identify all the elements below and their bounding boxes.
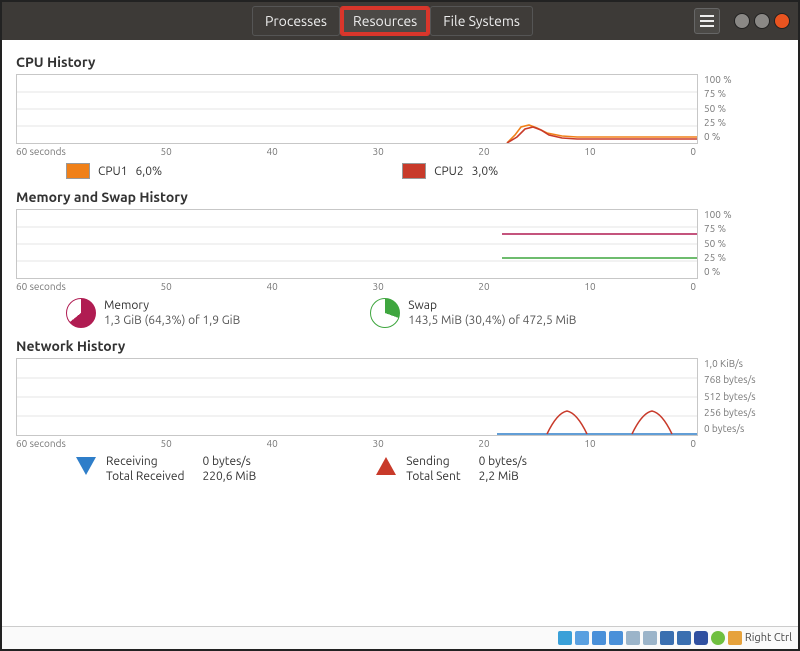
total-sent-value: 2,2 MiB	[479, 470, 527, 483]
system-monitor-window: Processes Resources File Systems CPU His…	[0, 0, 800, 651]
memory-history-title: Memory and Swap History	[16, 189, 784, 205]
network-chart[interactable]	[16, 358, 698, 436]
window-controls	[734, 13, 790, 29]
content-area: CPU History 100 % 75 % 50 % 25 % 0 %	[2, 40, 798, 483]
minimize-button[interactable]	[734, 13, 750, 29]
hamburger-menu-button[interactable]	[694, 8, 720, 34]
total-received-value: 220,6 MiB	[202, 470, 256, 483]
tab-file-systems[interactable]: File Systems	[430, 6, 533, 36]
vm-usb-icon[interactable]	[592, 631, 606, 645]
memory-chart[interactable]	[16, 209, 698, 279]
cpu1-legend[interactable]: CPU1 6,0%	[66, 163, 162, 179]
cpu-history-title: CPU History	[16, 54, 784, 70]
tab-processes[interactable]: Processes	[252, 6, 340, 36]
close-button[interactable]	[774, 13, 790, 29]
sending-rate: 0 bytes/s	[479, 455, 527, 468]
memory-detail: 1,3 GiB (64,3%) of 1,9 GiB	[104, 314, 240, 327]
total-sent-label: Total Sent	[406, 470, 460, 483]
receiving-label: Receiving	[106, 455, 184, 468]
vm-clipboard-icon[interactable]	[694, 631, 708, 645]
sending-legend[interactable]: Sending 0 bytes/s Total Sent 2,2 MiB	[376, 455, 527, 483]
vm-hdd-icon[interactable]	[558, 631, 572, 645]
vm-host-key: Right Ctrl	[745, 632, 792, 644]
cpu-xaxis: 60 seconds 50 40 30 20 10 0	[16, 146, 696, 157]
vm-shared-folder-icon[interactable]	[626, 631, 640, 645]
network-history-title: Network History	[16, 338, 784, 354]
cpu2-legend[interactable]: CPU2 3,0%	[402, 163, 498, 179]
receiving-rate: 0 bytes/s	[202, 455, 256, 468]
mem-xaxis: 60 seconds 50 40 30 20 10 0	[16, 281, 696, 292]
headerbar: Processes Resources File Systems	[2, 2, 798, 40]
memory-legend[interactable]: Memory 1,3 GiB (64,3%) of 1,9 GiB	[66, 298, 240, 328]
net-xaxis: 60 seconds 50 40 30 20 10 0	[16, 438, 696, 449]
sending-label: Sending	[406, 455, 460, 468]
hamburger-icon	[700, 15, 714, 27]
cpu2-value: 3,0%	[472, 165, 499, 178]
vm-recording-icon[interactable]	[660, 631, 674, 645]
cpu2-swatch-icon	[402, 163, 426, 179]
cpu1-swatch-icon	[66, 163, 90, 179]
memory-pie-icon	[66, 298, 96, 328]
upload-arrow-icon	[376, 457, 396, 475]
vm-additions-icon[interactable]	[711, 631, 725, 645]
vm-display-icon[interactable]	[643, 631, 657, 645]
net-yaxis: 1,0 KiB/s 768 bytes/s 512 bytes/s 256 by…	[698, 358, 756, 434]
vm-audio-icon[interactable]	[677, 631, 691, 645]
cpu2-label: CPU2	[434, 165, 464, 178]
view-switcher: Processes Resources File Systems	[252, 6, 533, 36]
vm-mouse-icon[interactable]	[728, 631, 742, 645]
download-arrow-icon	[76, 457, 96, 475]
mem-yaxis: 100 % 75 % 50 % 25 % 0 %	[698, 209, 732, 277]
cpu-chart[interactable]	[16, 74, 698, 144]
cpu1-label: CPU1	[98, 165, 128, 178]
swap-label: Swap	[408, 299, 576, 312]
cpu1-value: 6,0%	[136, 165, 163, 178]
memory-label: Memory	[104, 299, 240, 312]
swap-pie-icon	[370, 298, 400, 328]
vm-network-icon[interactable]	[609, 631, 623, 645]
maximize-button[interactable]	[754, 13, 770, 29]
vm-optical-icon[interactable]	[575, 631, 589, 645]
tab-resources[interactable]: Resources	[340, 6, 430, 36]
total-received-label: Total Received	[106, 470, 184, 483]
swap-detail: 143,5 MiB (30,4%) of 472,5 MiB	[408, 314, 576, 327]
swap-legend[interactable]: Swap 143,5 MiB (30,4%) of 472,5 MiB	[370, 298, 576, 328]
vm-status-bar: Right Ctrl	[2, 626, 798, 649]
cpu-yaxis: 100 % 75 % 50 % 25 % 0 %	[698, 74, 732, 142]
receiving-legend[interactable]: Receiving 0 bytes/s Total Received 220,6…	[76, 455, 256, 483]
